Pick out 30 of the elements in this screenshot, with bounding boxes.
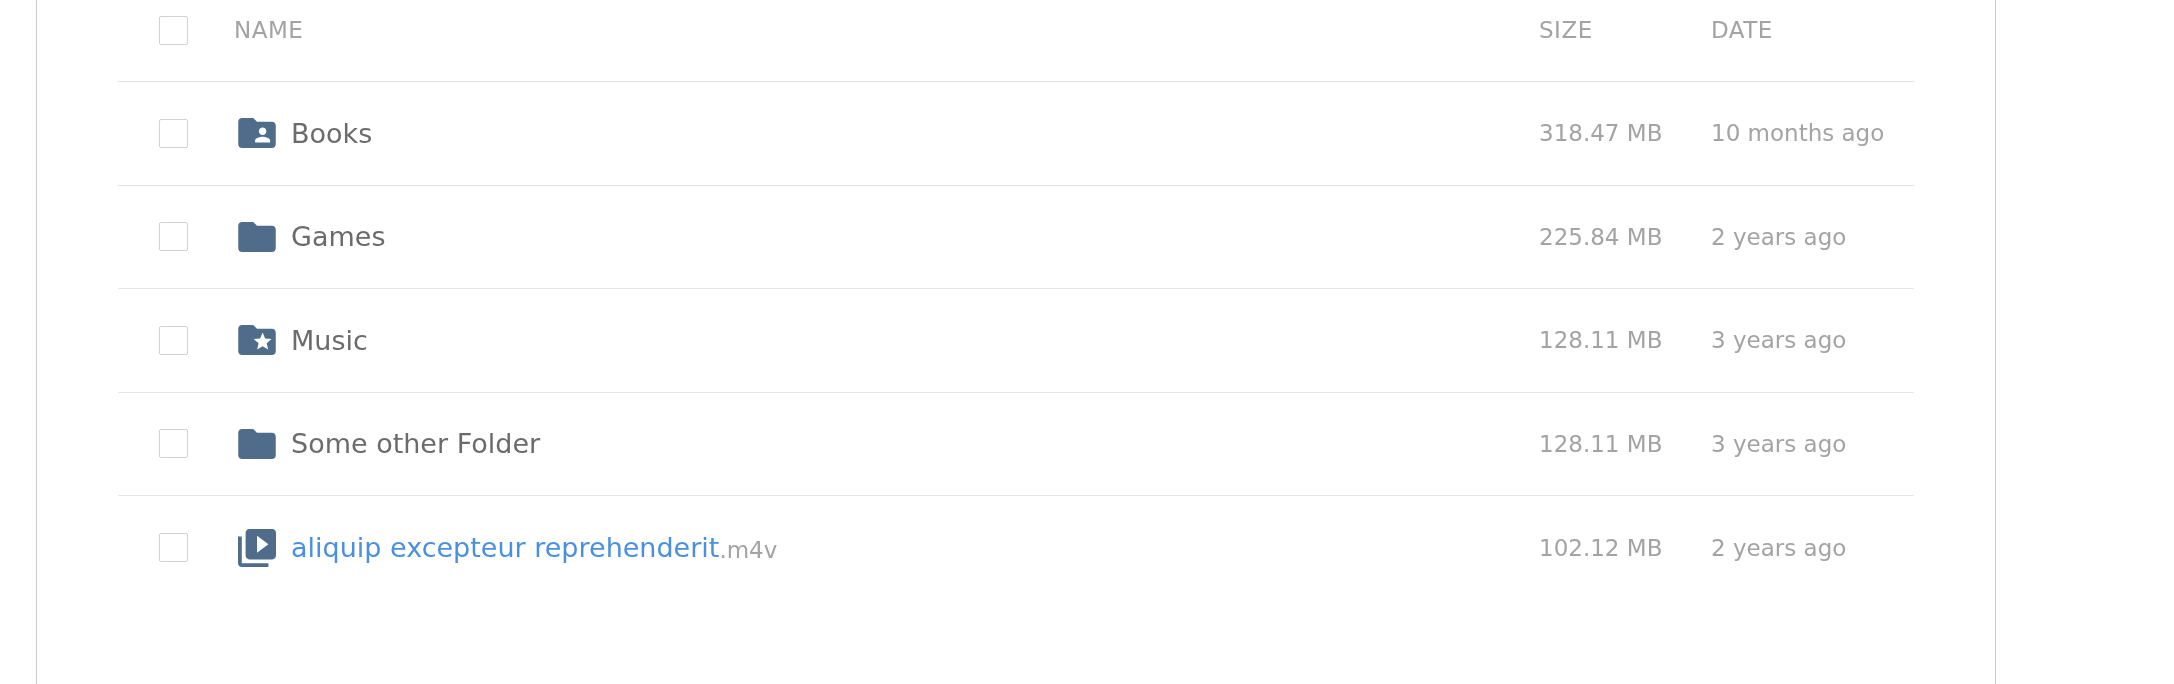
file-size: 102.12 MB <box>1539 534 1663 561</box>
row-checkbox[interactable] <box>159 222 188 252</box>
row-checkbox[interactable] <box>159 118 188 148</box>
file-extension: .m4v <box>719 536 778 563</box>
folder-icon <box>238 428 276 459</box>
row-checkbox[interactable] <box>159 429 188 459</box>
column-header: DATE <box>1711 17 1773 43</box>
column-header: NAME <box>234 17 304 43</box>
file-size: 128.11 MB <box>1539 327 1663 354</box>
folder-star-icon <box>238 325 276 356</box>
folder-name[interactable]: Some other Folder <box>291 428 541 460</box>
column-header: SIZE <box>1539 17 1593 43</box>
file-size: 225.84 MB <box>1539 223 1663 250</box>
file-size: 318.47 MB <box>1539 120 1663 147</box>
folder-name[interactable]: Games <box>291 221 386 253</box>
file-size: 128.11 MB <box>1539 430 1663 457</box>
folder-person-icon <box>238 118 276 149</box>
modified-date: 3 years ago <box>1711 327 1847 354</box>
modified-date: 10 months ago <box>1711 120 1885 147</box>
folder-icon <box>238 221 276 252</box>
folder-name[interactable]: Music <box>291 324 368 356</box>
select-all-checkbox[interactable] <box>159 15 188 45</box>
video-stack-icon <box>238 528 276 567</box>
row-checkbox[interactable] <box>159 533 188 563</box>
modified-date: 3 years ago <box>1711 430 1847 457</box>
row-checkbox[interactable] <box>159 325 188 355</box>
modified-date: 2 years ago <box>1711 534 1847 561</box>
folder-name[interactable]: Books <box>291 117 373 149</box>
modified-date: 2 years ago <box>1711 223 1847 250</box>
file-link[interactable]: aliquip excepteur reprehenderit <box>291 532 720 564</box>
